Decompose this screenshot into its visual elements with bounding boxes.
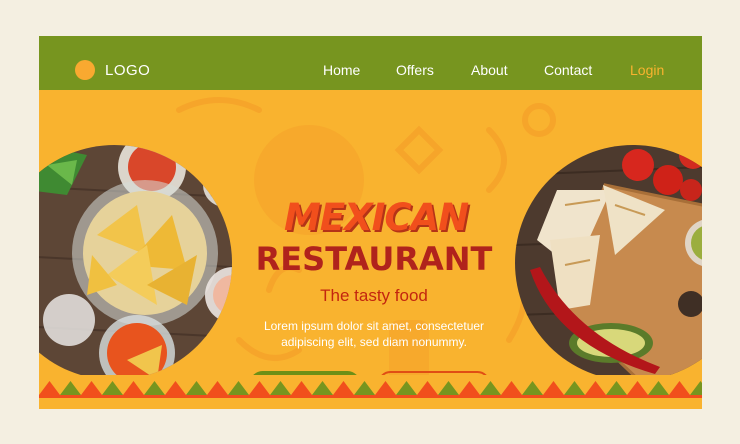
nav-about[interactable]: About xyxy=(471,62,508,78)
hero-title-line2: RESTAURANT xyxy=(255,240,493,278)
hero-section: MEXICAN RESTAURANT The tasty food Lorem … xyxy=(39,90,702,409)
nav-home[interactable]: Home xyxy=(323,62,360,78)
navbar: LOGO Home Offers About Contact Login xyxy=(39,36,702,90)
landing-page: LOGO Home Offers About Contact Login MEX… xyxy=(39,36,702,409)
nav-contact[interactable]: Contact xyxy=(544,62,592,78)
login-link[interactable]: Login xyxy=(630,62,664,78)
hero-description: Lorem ipsum dolor sit amet, consectetuer… xyxy=(263,319,485,349)
nav-offers[interactable]: Offers xyxy=(396,62,434,78)
logo-text[interactable]: LOGO xyxy=(105,62,150,79)
decorative-border xyxy=(39,375,702,409)
border-line xyxy=(39,395,702,398)
hero-title-line1: MEXICAN xyxy=(284,196,469,239)
hero-subtitle: The tasty food xyxy=(320,286,428,305)
logo-mark[interactable] xyxy=(75,60,95,80)
